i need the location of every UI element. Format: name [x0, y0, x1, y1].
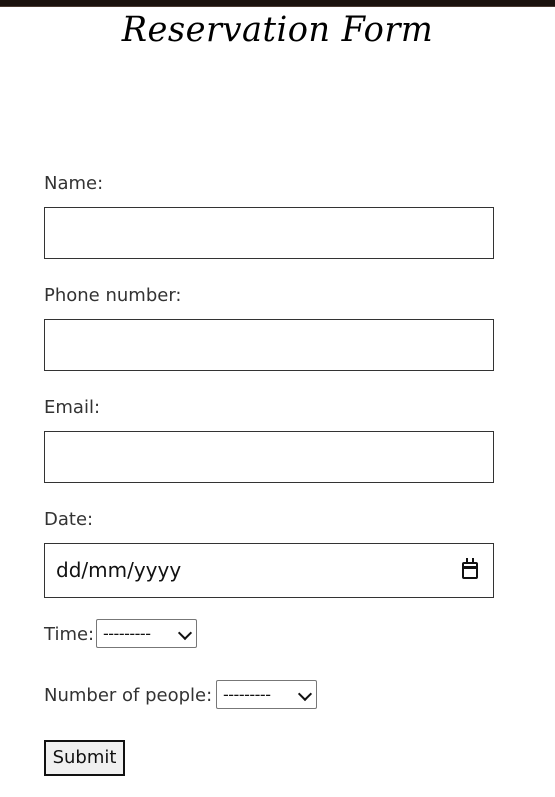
number-of-people-select[interactable]: --------- — [216, 680, 317, 709]
date-input-value: dd/mm/yyyy — [56, 558, 182, 582]
page-title: Reservation Form — [121, 10, 434, 50]
calendar-icon[interactable] — [462, 558, 478, 579]
number-of-people-select-value: --------- — [223, 685, 271, 704]
phone-number-label: Phone number: — [44, 285, 182, 306]
time-select[interactable]: --------- — [96, 619, 197, 648]
reservation-page: Reservation Form Name: Phone number: Ema… — [0, 0, 555, 797]
date-input[interactable]: dd/mm/yyyy — [44, 543, 494, 598]
number-of-people-label: Number of people: — [44, 685, 213, 706]
top-border — [0, 0, 555, 6]
email-input[interactable] — [44, 431, 494, 483]
name-label: Name: — [44, 173, 104, 194]
submit-button[interactable]: Submit — [44, 740, 125, 776]
time-select-value: --------- — [103, 624, 151, 643]
name-input[interactable] — [44, 207, 494, 259]
date-label: Date: — [44, 509, 94, 530]
time-label: Time: — [44, 624, 95, 645]
email-label: Email: — [44, 397, 101, 418]
chevron-down-icon — [297, 686, 313, 702]
phone-number-input[interactable] — [44, 319, 494, 371]
chevron-down-icon — [177, 625, 193, 641]
